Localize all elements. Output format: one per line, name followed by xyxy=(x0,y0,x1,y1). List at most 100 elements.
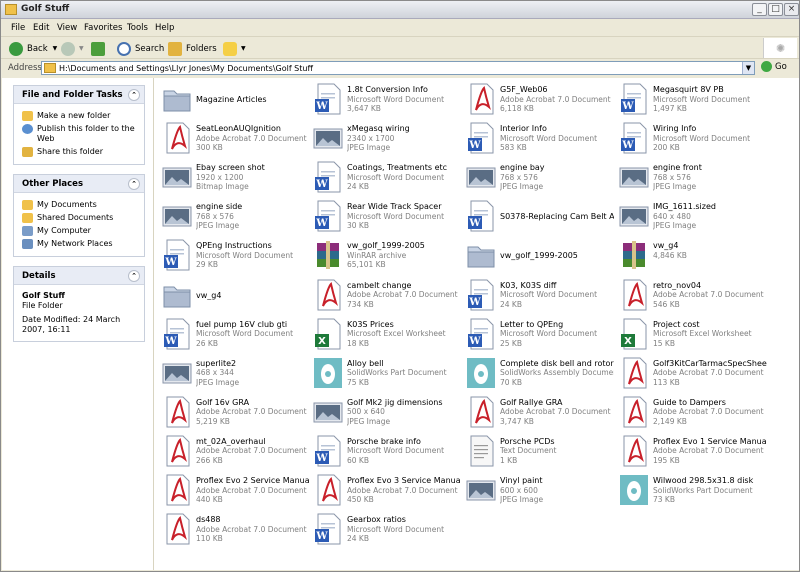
file-item[interactable]: Proflex Evo 1 Service Manual Adobe Acroba… xyxy=(615,435,767,471)
file-item[interactable]: xMegasq wiring 2340 x 1700 JPEG Image xyxy=(309,122,461,158)
collapse-icon[interactable]: ⌃ xyxy=(128,178,140,190)
file-item[interactable]: G5F_Web06 Adobe Acrobat 7.0 Document 6,118… xyxy=(462,83,614,119)
file-item[interactable]: W QPEng Instructions Microsoft Word Docume… xyxy=(158,239,310,275)
panel-header[interactable]: Details ⌃ xyxy=(14,267,144,285)
file-item[interactable]: Golf 16v GRA Adobe Acrobat 7.0 Document 5,… xyxy=(158,396,310,432)
file-item[interactable]: W Interior Info Microsoft Word Document 583… xyxy=(462,122,614,158)
file-item[interactable]: W Rear Wide Track Spacer Microsoft Word Do… xyxy=(309,200,461,236)
details-type: File Folder xyxy=(22,301,63,310)
menu-view[interactable]: View xyxy=(57,23,77,33)
file-item[interactable]: engine front 768 x 576 JPEG Image xyxy=(615,161,767,197)
file-item[interactable]: W Letter to QPEng Microsoft Word Document 2… xyxy=(462,318,614,354)
go-button[interactable]: Go xyxy=(761,61,787,72)
file-item[interactable]: engine bay 768 x 576 JPEG Image xyxy=(462,161,614,197)
file-item[interactable]: W 1.8t Conversion Info Microsoft Word Docu… xyxy=(309,83,461,119)
file-type: 2340 x 1700 xyxy=(347,133,395,143)
folders-button[interactable]: Folders xyxy=(168,40,217,57)
file-item[interactable]: W Gearbox ratios Microsoft Word Document 24… xyxy=(309,513,461,549)
chevron-down-icon[interactable]: ▼ xyxy=(241,45,246,52)
file-item[interactable]: Alloy bell SolidWorks Part Document 75 KB xyxy=(309,357,461,393)
close-button[interactable]: × xyxy=(784,3,799,16)
file-item[interactable]: cambelt change Adobe Acrobat 7.0 Document… xyxy=(309,279,461,315)
maximize-button[interactable]: □ xyxy=(768,3,783,16)
file-item[interactable]: Guide to Dampers Adobe Acrobat 7.0 Docume… xyxy=(615,396,767,432)
pdf-document-icon xyxy=(313,279,343,312)
file-item[interactable]: Vinyl paint 600 x 600 JPEG Image xyxy=(462,474,614,510)
search-button[interactable]: Search xyxy=(117,40,164,57)
file-item[interactable]: vw_golf_1999-2005 WinRAR archive 65,101 KB xyxy=(309,239,461,275)
file-item[interactable]: Proflex Evo 3 Service Manual Adobe Acroba… xyxy=(309,474,461,510)
file-item[interactable]: Golf3KitCarTarmacSpecSheetE...Adobe Acro… xyxy=(615,357,767,393)
publish-to-web-link[interactable]: Publish this folder to the Web xyxy=(22,124,138,144)
folders-icon xyxy=(168,41,182,56)
file-item[interactable]: Wilwood 298.5x31.8 disk SolidWorks Part D… xyxy=(615,474,767,510)
file-size: 1 KB xyxy=(500,455,518,465)
share-folder-link[interactable]: Share this folder xyxy=(22,147,138,157)
file-item[interactable]: superlite2 468 x 344 JPEG Image xyxy=(158,357,310,393)
file-item[interactable]: W Megasquirt 8V PB Microsoft Word Document… xyxy=(615,83,767,119)
address-bar: Address H:\Documents and Settings\Llyr J… xyxy=(1,60,799,76)
file-item[interactable]: vw_g4 xyxy=(158,279,310,315)
file-item[interactable]: W Wiring Info Microsoft Word Document 200 K… xyxy=(615,122,767,158)
menu-help[interactable]: Help xyxy=(155,23,174,33)
shared-documents-link[interactable]: Shared Documents xyxy=(22,213,138,223)
file-item[interactable]: W S0378-Replacing Cam Belt Audi A3 1.8T xyxy=(462,200,614,236)
make-new-folder-link[interactable]: Make a new folder xyxy=(22,111,138,121)
collapse-icon[interactable]: ⌃ xyxy=(128,89,140,101)
file-item[interactable]: Porsche PCDs Text Document 1 KB xyxy=(462,435,614,471)
file-item[interactable]: W K03, K03S diff Microsoft Word Document 24… xyxy=(462,279,614,315)
panel-header[interactable]: Other Places ⌃ xyxy=(14,175,144,193)
address-input[interactable]: H:\Documents and Settings\Llyr Jones\My … xyxy=(41,61,755,75)
file-item[interactable]: X K03S Prices Microsoft Excel Worksheet 18 … xyxy=(309,318,461,354)
file-type: Adobe Acrobat 7.0 Document xyxy=(500,94,611,104)
file-item[interactable]: Complete disk bell and rotor SolidWorks A… xyxy=(462,357,614,393)
file-item[interactable]: X Project cost Microsoft Excel Worksheet 15… xyxy=(615,318,767,354)
file-item[interactable]: Proflex Evo 2 Service Manual Adobe Acroba… xyxy=(158,474,310,510)
word-document-icon: W xyxy=(466,200,496,233)
menu-tools[interactable]: Tools xyxy=(127,23,148,33)
up-folder-button[interactable] xyxy=(91,40,109,57)
back-button[interactable]: Back ▼ xyxy=(9,40,57,57)
file-item[interactable]: vw_g4 4,846 KB xyxy=(615,239,767,275)
file-item[interactable]: Magazine Articles xyxy=(158,83,310,119)
file-type: Microsoft Word Document xyxy=(347,446,445,456)
chevron-down-icon[interactable]: ▼ xyxy=(79,45,84,52)
file-item[interactable]: Golf Rallye GRA Adobe Acrobat 7.0 Documen… xyxy=(462,396,614,432)
pdf-document-icon xyxy=(162,122,192,155)
file-name: Complete disk bell and rotor xyxy=(500,358,614,368)
menu-favorites[interactable]: Favorites xyxy=(84,23,122,33)
file-type: Adobe Acrobat 7.0 Document xyxy=(196,407,307,417)
file-item[interactable]: Wfuel pump 16V club gti Microsoft Word Do… xyxy=(158,318,310,354)
file-size: 113 KB xyxy=(653,377,680,387)
file-item[interactable]: mt_02A_overhaul Adobe Acrobat 7.0 Documen… xyxy=(158,435,310,471)
file-item[interactable]: Golf Mk2 jig dimensions 500 x 640 JPEG Ima… xyxy=(309,396,461,432)
file-type: Microsoft Word Document xyxy=(347,211,445,221)
address-dropdown-button[interactable]: ▼ xyxy=(742,62,754,74)
menu-file[interactable]: File xyxy=(11,23,25,33)
file-name: retro_nov04 xyxy=(653,280,702,290)
chevron-down-icon[interactable]: ▼ xyxy=(53,45,58,52)
minimize-button[interactable]: _ xyxy=(752,3,767,16)
my-network-places-link[interactable]: My Network Places xyxy=(22,239,138,249)
file-item[interactable]: vw_golf_1999-2005 xyxy=(462,239,614,275)
forward-button[interactable]: ▼ xyxy=(61,40,84,57)
file-item[interactable]: retro_nov04 Adobe Acrobat 7.0 Document 546… xyxy=(615,279,767,315)
file-item[interactable]: engine side 768 x 576 JPEG Image xyxy=(158,200,310,236)
file-item[interactable]: IMG_1611.sized 640 x 480 JPEG Image xyxy=(615,200,767,236)
file-type: 768 x 576 xyxy=(196,211,234,221)
file-item[interactable]: W Porsche brake info Microsoft Word Docume… xyxy=(309,435,461,471)
title-bar[interactable]: Golf Stuff _ □ × xyxy=(1,1,799,19)
excel-worksheet-icon: X xyxy=(313,318,343,351)
views-button[interactable]: ▼ xyxy=(223,40,246,57)
file-item[interactable]: W Coatings, Treatments etc Microsoft Word … xyxy=(309,161,461,197)
my-computer-link[interactable]: My Computer xyxy=(22,226,138,236)
file-type: Microsoft Excel Worksheet xyxy=(347,329,446,339)
collapse-icon[interactable]: ⌃ xyxy=(128,270,140,282)
file-item[interactable]: Ebay screen shot 1920 x 1200 Bitmap Image xyxy=(158,161,310,197)
menu-edit[interactable]: Edit xyxy=(33,23,49,33)
my-documents-link[interactable]: My Documents xyxy=(22,200,138,210)
file-item[interactable]: SeatLeonAUQIgnition Adobe Acrobat 7.0 Doc… xyxy=(158,122,310,158)
panel-header[interactable]: File and Folder Tasks ⌃ xyxy=(14,86,144,104)
word-document-icon: W xyxy=(619,83,649,116)
file-item[interactable]: ds488 Adobe Acrobat 7.0 Document 110 KB xyxy=(158,513,310,549)
